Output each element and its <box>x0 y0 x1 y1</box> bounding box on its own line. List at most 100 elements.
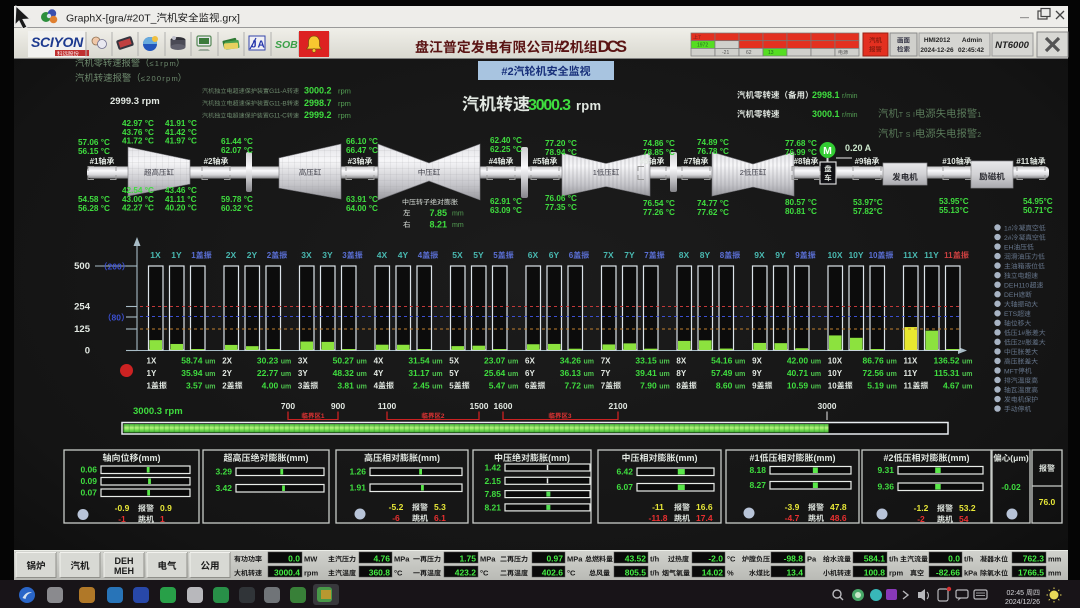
svg-text:66.47 °C: 66.47 °C <box>346 146 378 155</box>
svg-text:43.76 °C: 43.76 °C <box>122 128 154 137</box>
svg-text:41.97 °C: 41.97 °C <box>165 137 197 146</box>
svg-text:um: um <box>356 371 367 378</box>
svg-text:rpm: rpm <box>338 111 351 120</box>
svg-text:5: 5 <box>493 251 498 260</box>
svg-text:10: 10 <box>869 251 878 260</box>
svg-text:3: 3 <box>298 381 303 390</box>
svg-text:42.54 °C: 42.54 °C <box>122 186 154 195</box>
svg-text:°C: °C <box>567 569 576 578</box>
svg-text:MPa: MPa <box>567 555 583 564</box>
svg-text:10Y: 10Y <box>848 250 863 260</box>
svg-text:um: um <box>432 359 443 366</box>
svg-text:22.77: 22.77 <box>257 368 279 378</box>
svg-text:DEH: DEH <box>1004 292 1018 299</box>
svg-text:7: 7 <box>601 381 606 390</box>
svg-text:78.85 °C: 78.85 °C <box>643 148 675 157</box>
svg-text:-4.7: -4.7 <box>785 513 800 523</box>
svg-text:7: 7 <box>644 251 649 260</box>
svg-text:um: um <box>659 371 670 378</box>
svg-text:1X: 1X <box>150 250 161 260</box>
svg-text:mm: mm <box>452 222 464 229</box>
svg-text:2998.1: 2998.1 <box>812 90 840 100</box>
svg-text:8: 8 <box>676 381 681 390</box>
svg-text:6: 6 <box>525 381 530 390</box>
svg-text:8.60: 8.60 <box>716 380 733 390</box>
svg-text:2#: 2# <box>1004 235 1012 242</box>
svg-text:1Y: 1Y <box>147 369 157 378</box>
svg-text:77.20 °C: 77.20 °C <box>545 139 577 148</box>
svg-text:6.42: 6.42 <box>616 467 633 477</box>
svg-text:G11-A: G11-A <box>269 88 287 95</box>
svg-text:1766.5: 1766.5 <box>1018 568 1044 578</box>
svg-text:3.81: 3.81 <box>337 380 354 390</box>
svg-text:-3.9: -3.9 <box>785 502 800 512</box>
svg-text:um: um <box>205 371 216 378</box>
svg-text:TSI: TSI <box>899 132 915 139</box>
svg-text:3Y: 3Y <box>322 250 333 260</box>
svg-text:41.72 °C: 41.72 °C <box>122 137 154 146</box>
svg-text:(mm): (mm) <box>548 453 570 463</box>
svg-text:72.56: 72.56 <box>863 368 885 378</box>
svg-text:#5: #5 <box>533 157 542 166</box>
svg-text:2X: 2X <box>226 250 237 260</box>
svg-text:3X: 3X <box>298 357 308 366</box>
svg-text:254: 254 <box>74 302 91 313</box>
svg-text:40.20 °C: 40.20 °C <box>165 204 197 213</box>
svg-text:6Y: 6Y <box>549 250 560 260</box>
svg-text:4Y: 4Y <box>398 250 409 260</box>
svg-text:#9: #9 <box>855 157 864 166</box>
svg-text:GraphX-[gra/#20T_: GraphX-[gra/#20T_ <box>66 13 157 25</box>
svg-text:um: um <box>962 383 973 390</box>
svg-text:t/h: t/h <box>650 569 660 578</box>
svg-text:um: um <box>811 371 822 378</box>
svg-text:76.78 °C: 76.78 °C <box>697 147 729 156</box>
svg-text:um: um <box>811 383 822 390</box>
svg-text:42.27 °C: 42.27 °C <box>122 204 154 213</box>
svg-text:50.27: 50.27 <box>333 356 355 366</box>
svg-text:584.1: 584.1 <box>864 554 886 564</box>
svg-text:86.76: 86.76 <box>863 356 885 366</box>
svg-text:3000: 3000 <box>818 401 837 411</box>
svg-text:rpm: rpm <box>889 569 904 578</box>
svg-text:um: um <box>659 359 670 366</box>
svg-text:2Y: 2Y <box>247 250 258 260</box>
svg-text:2: 2 <box>977 132 981 139</box>
svg-text:1.26: 1.26 <box>349 467 366 477</box>
svg-text:t/h: t/h <box>889 555 899 564</box>
svg-text:59.78 °C: 59.78 °C <box>221 195 253 204</box>
svg-text:58.74: 58.74 <box>181 356 203 366</box>
svg-text:°C: °C <box>727 555 736 564</box>
svg-text:31.17: 31.17 <box>408 368 430 378</box>
svg-text:2.15: 2.15 <box>484 476 501 486</box>
svg-text:8.27: 8.27 <box>749 480 766 490</box>
svg-text:um: um <box>508 383 519 390</box>
svg-text:10.59: 10.59 <box>787 380 809 390</box>
svg-text:rpm: rpm <box>576 98 601 113</box>
svg-text:5X: 5X <box>449 357 459 366</box>
svg-text:EH: EH <box>1004 244 1014 251</box>
svg-text:2: 2 <box>740 168 744 177</box>
svg-text:62.07 °C: 62.07 °C <box>221 146 253 155</box>
svg-text:13.4: 13.4 <box>786 568 803 578</box>
svg-text:-1.2: -1.2 <box>914 503 929 513</box>
svg-text:7.90: 7.90 <box>640 380 657 390</box>
svg-text:57.82°C: 57.82°C <box>853 207 883 216</box>
svg-text:9: 9 <box>795 251 800 260</box>
svg-text:r/min: r/min <box>842 112 858 119</box>
svg-text:9X: 9X <box>754 250 765 260</box>
svg-text:56.28 °C: 56.28 °C <box>78 204 110 213</box>
svg-text:-5.2: -5.2 <box>389 502 404 512</box>
svg-text:5Y: 5Y <box>449 369 459 378</box>
svg-text:41.11 °C: 41.11 °C <box>165 195 197 204</box>
svg-text:2X: 2X <box>222 357 232 366</box>
svg-text:3: 3 <box>342 251 347 260</box>
svg-text:9.31: 9.31 <box>877 465 894 475</box>
svg-text:um: um <box>281 383 292 390</box>
svg-text:rpm: rpm <box>338 87 351 96</box>
svg-text:M: M <box>823 145 832 157</box>
svg-text:02:45:42: 02:45:42 <box>958 47 984 54</box>
svg-text:41.42 °C: 41.42 °C <box>165 128 197 137</box>
svg-text:-1: -1 <box>118 514 126 524</box>
svg-text:SCIYON: SCIYON <box>31 34 84 50</box>
svg-text:77.35 °C: 77.35 °C <box>545 203 577 212</box>
